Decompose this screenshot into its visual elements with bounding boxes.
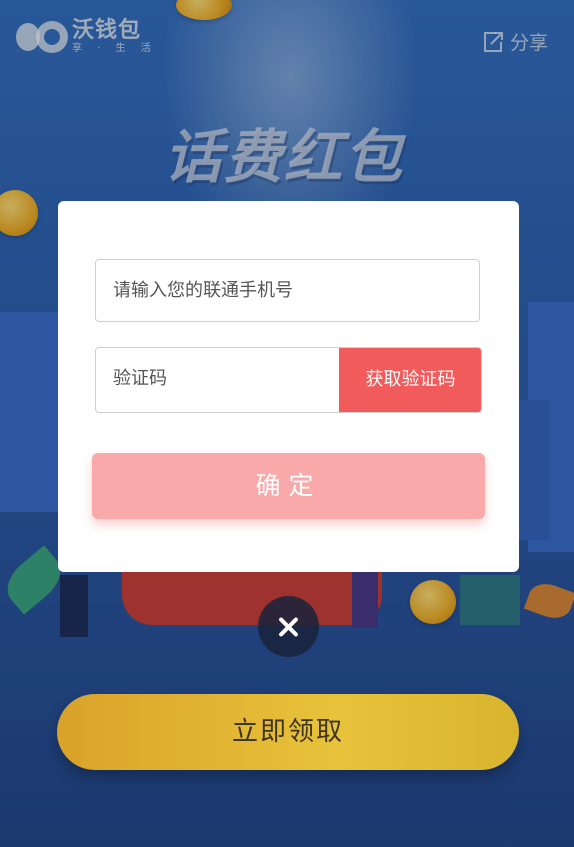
phone-input[interactable]: 请输入您的联通手机号 <box>95 259 480 322</box>
verification-dialog: 请输入您的联通手机号 验证码 获取验证码 确定 <box>58 201 519 572</box>
verification-code-input[interactable]: 验证码 <box>96 348 340 412</box>
confirm-button[interactable]: 确定 <box>92 453 485 519</box>
close-icon[interactable] <box>258 596 319 657</box>
code-row: 验证码 获取验证码 <box>95 347 482 413</box>
get-code-button[interactable]: 获取验证码 <box>339 348 481 412</box>
claim-now-button[interactable]: 立即领取 <box>57 694 519 770</box>
